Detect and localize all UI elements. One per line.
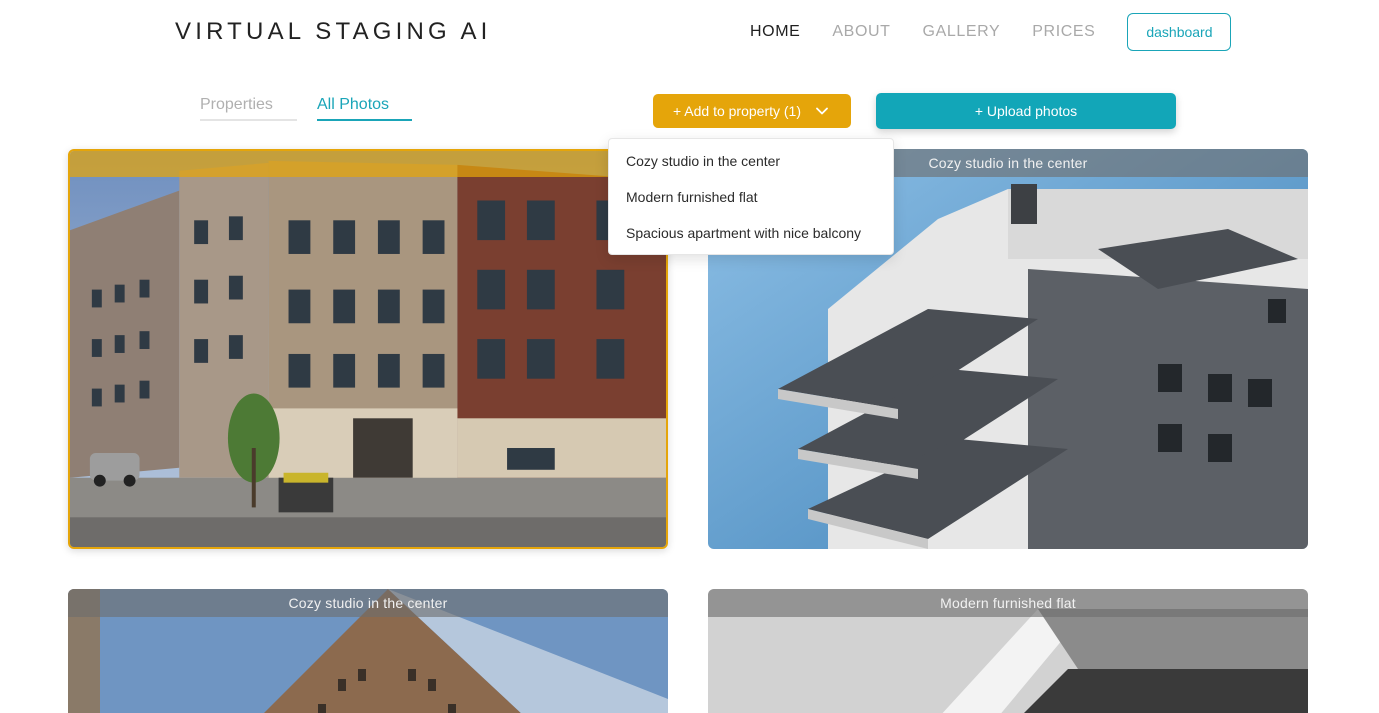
property-dropdown-menu: Cozy studio in the center Modern furnish… <box>608 138 894 255</box>
dashboard-button[interactable]: dashboard <box>1127 13 1232 51</box>
nav-gallery[interactable]: GALLERY <box>923 23 1001 41</box>
dropdown-item[interactable]: Cozy studio in the center <box>609 143 893 179</box>
view-tabs: Properties All Photos <box>200 96 432 121</box>
nav-about[interactable]: ABOUT <box>832 23 890 41</box>
building-photo <box>70 151 666 547</box>
nav-prices[interactable]: PRICES <box>1032 23 1095 41</box>
chevron-down-icon <box>813 102 831 120</box>
photo-caption: Modern furnished flat <box>708 589 1308 617</box>
dropdown-item[interactable]: Spacious apartment with nice balcony <box>609 215 893 251</box>
upload-photos-button[interactable]: + Upload photos <box>876 93 1176 129</box>
tab-properties[interactable]: Properties <box>200 96 297 121</box>
logo[interactable]: VIRTUAL STAGING AI <box>175 18 492 46</box>
add-to-property-button[interactable]: + Add to property (1) <box>653 94 851 128</box>
photo-card[interactable]: Cozy studio in the center <box>68 589 668 713</box>
photo-card-selected[interactable] <box>68 149 668 549</box>
photo-card[interactable]: Modern furnished flat <box>708 589 1308 713</box>
photo-caption <box>70 151 666 177</box>
nav-home[interactable]: HOME <box>750 23 800 41</box>
tab-all-photos[interactable]: All Photos <box>317 96 412 121</box>
dropdown-item[interactable]: Modern furnished flat <box>609 179 893 215</box>
add-to-property-label: + Add to property (1) <box>672 103 802 119</box>
photo-caption: Cozy studio in the center <box>68 589 668 617</box>
main-nav: HOME ABOUT GALLERY PRICES dashboard <box>750 13 1232 51</box>
